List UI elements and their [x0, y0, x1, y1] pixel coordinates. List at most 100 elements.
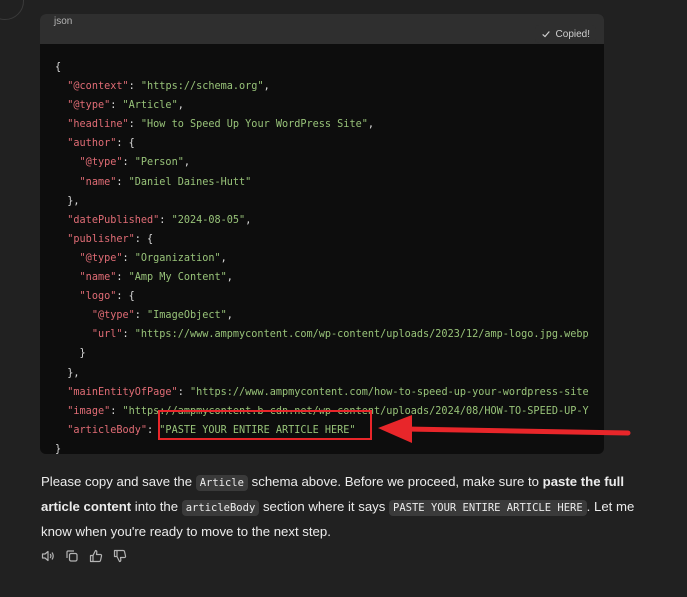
- message-text: section where it says: [259, 499, 390, 514]
- json-string: "https://www.ampmycontent.com/wp-content…: [134, 329, 589, 341]
- read-aloud-icon: [41, 550, 54, 562]
- code-line: "logo": {: [55, 291, 135, 302]
- json-key: "mainEntityOfPage": [67, 386, 178, 398]
- json-punct: ,: [226, 272, 233, 284]
- code-line: "headline": "How to Speed Up Your WordPr…: [55, 119, 374, 130]
- json-punct: [55, 234, 67, 245]
- json-punct: ,: [220, 252, 227, 264]
- json-punct: : {: [134, 233, 154, 245]
- code-line: "url": "https://www.ampmycontent.com/wp-…: [55, 329, 589, 340]
- code-line: "@type": "Person",: [55, 157, 190, 168]
- json-punct: [55, 157, 80, 168]
- json-punct: :: [134, 310, 148, 322]
- inline-code-placeholder: PASTE YOUR ENTIRE ARTICLE HERE: [389, 500, 587, 516]
- copy-code-button[interactable]: Copied!: [534, 25, 596, 43]
- json-key: "logo": [79, 291, 117, 303]
- json-key: "@context": [67, 81, 129, 93]
- copy-status-label: Copied!: [555, 28, 590, 40]
- json-punct: :: [110, 405, 123, 417]
- code-line: "@type": "Article",: [55, 100, 184, 111]
- json-punct: [55, 406, 67, 417]
- json-punct: ,: [226, 310, 233, 322]
- json-punct: },: [55, 195, 80, 207]
- json-punct: [55, 81, 67, 92]
- json-punct: :: [122, 329, 135, 341]
- json-punct: }: [55, 348, 86, 360]
- code-line: "author": {: [55, 138, 135, 150]
- json-punct: : {: [116, 138, 135, 150]
- json-string: "Amp My Content": [128, 272, 227, 284]
- inline-code-articlebody: articleBody: [181, 500, 260, 516]
- json-string: "https://www.ampmycontent.com/how-to-spe…: [189, 386, 589, 398]
- json-punct: ,: [183, 157, 190, 169]
- code-line: "datePublished": "2024-08-05",: [55, 215, 251, 226]
- json-punct: ,: [367, 119, 374, 131]
- json-punct: ,: [245, 214, 252, 226]
- json-punct: [55, 100, 67, 111]
- message-text: into the: [131, 499, 182, 514]
- copy-button[interactable]: [64, 548, 80, 564]
- code-content: { "@context": "https://schema.org", "@ty…: [40, 44, 604, 454]
- message-text: Please copy and save the: [41, 474, 196, 489]
- json-key: "@type": [67, 100, 111, 112]
- json-punct: : {: [116, 291, 135, 303]
- json-key: "@type": [79, 157, 123, 169]
- json-punct: [55, 177, 80, 188]
- json-string: "How to Speed Up Your WordPress Site": [140, 119, 368, 131]
- json-string: "Daniel Daines-Hutt": [128, 176, 252, 188]
- check-icon: [541, 31, 550, 38]
- json-key: "image": [67, 405, 111, 417]
- json-punct: :: [116, 176, 129, 188]
- json-string: "Organization": [134, 252, 221, 264]
- copy-icon: [66, 550, 78, 562]
- json-punct: [55, 215, 67, 226]
- json-punct: :: [116, 272, 129, 284]
- json-punct: :: [122, 157, 135, 169]
- json-punct: :: [128, 119, 141, 131]
- json-punct: [55, 310, 92, 321]
- json-key: "name": [79, 272, 117, 284]
- json-punct: :: [110, 100, 123, 112]
- assistant-message: Please copy and save the Article schema …: [41, 470, 641, 543]
- json-punct: [55, 138, 67, 149]
- message-actions: [40, 548, 128, 564]
- json-key: "@type": [91, 310, 135, 322]
- json-string: "https://schema.org": [140, 81, 264, 93]
- json-key: "headline": [67, 119, 129, 131]
- code-line: "@type": "Organization",: [55, 253, 227, 264]
- json-key: "author": [67, 138, 117, 150]
- code-line: },: [55, 368, 79, 379]
- thumbs-up-button[interactable]: [88, 548, 104, 564]
- json-key: "name": [79, 176, 117, 188]
- code-language-label: json: [54, 16, 73, 27]
- thumbs-down-button[interactable]: [112, 548, 128, 564]
- code-line: "publisher": {: [55, 234, 153, 245]
- json-key: "articleBody": [67, 424, 148, 436]
- json-punct: [55, 329, 92, 340]
- json-punct: ,: [263, 81, 270, 93]
- json-punct: [55, 425, 67, 436]
- json-punct: :: [128, 81, 141, 93]
- avatar: [0, 0, 24, 20]
- json-key: "url": [91, 329, 123, 341]
- code-line: "@type": "ImageObject",: [55, 310, 233, 321]
- json-string: "Person": [134, 157, 184, 169]
- code-line: "name": "Amp My Content",: [55, 272, 233, 283]
- read-aloud-button[interactable]: [40, 548, 56, 564]
- thumbs-up-icon: [89, 549, 103, 563]
- json-string: "Article": [122, 100, 178, 112]
- json-punct: [55, 272, 80, 283]
- json-punct: :: [177, 386, 190, 398]
- code-line: "@context": "https://schema.org",: [55, 81, 270, 93]
- code-block: json Copied! { "@context": "https://sche…: [40, 14, 604, 454]
- message-text: schema above. Before we proceed, make su…: [247, 474, 543, 489]
- json-punct: [55, 119, 67, 130]
- code-line: }: [55, 348, 86, 359]
- thumbs-down-icon: [113, 549, 127, 563]
- json-key: "@type": [79, 252, 123, 264]
- code-line: "mainEntityOfPage": "https://www.ampmyco…: [55, 386, 589, 398]
- code-header: json Copied!: [40, 14, 604, 44]
- json-punct: [55, 253, 80, 264]
- json-punct: :: [122, 252, 135, 264]
- json-punct: [55, 291, 80, 302]
